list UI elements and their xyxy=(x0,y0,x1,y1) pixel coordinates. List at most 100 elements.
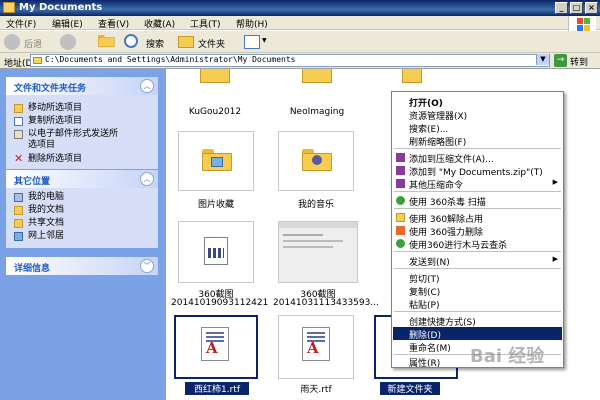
menu-separator xyxy=(394,191,561,192)
forward-button[interactable] xyxy=(60,33,88,51)
menu-360-unlock[interactable]: 使用 360解除占用 xyxy=(393,211,562,225)
menu-label: 使用 360杀毒 扫描 xyxy=(409,198,486,208)
folders-button[interactable]: 文件夹 xyxy=(178,33,234,51)
folder-icon xyxy=(3,2,15,13)
menu-label: 使用360进行木马云查杀 xyxy=(409,241,508,251)
force-delete-icon xyxy=(396,226,405,235)
address-field[interactable]: C:\Documents and Settings\Administrator\… xyxy=(30,54,550,67)
copy-icon xyxy=(14,117,23,126)
menu-other-compress[interactable]: 其他压缩命令 ▶ xyxy=(393,177,562,191)
menu-separator xyxy=(394,268,561,269)
maximize-button[interactable]: □ xyxy=(570,2,583,14)
menu-360-force-delete[interactable]: 使用 360强力删除 xyxy=(393,224,562,238)
expand-chevron-icon[interactable]: ﹀ xyxy=(140,259,154,273)
email-icon xyxy=(14,130,23,139)
search-label: 搜索 xyxy=(146,40,165,50)
address-path: C:\Documents and Settings\Administrator\… xyxy=(45,55,296,64)
menu-favorites[interactable]: 收藏(A) xyxy=(144,17,175,30)
back-arrow-icon xyxy=(4,34,20,50)
task-delete-label: 删除所选项目 xyxy=(28,154,83,164)
thumbnail-frame xyxy=(278,221,358,283)
menu-label: 刷新缩略图(F) xyxy=(409,138,467,148)
address-dropdown-button[interactable]: ▼ xyxy=(536,54,549,65)
menu-create-shortcut[interactable]: 创建快捷方式(S) xyxy=(393,314,562,328)
back-button[interactable]: 后退 xyxy=(4,33,54,51)
windows-logo-icon xyxy=(568,16,596,32)
menu-add-to-archive[interactable]: 添加到压缩文件(A)... xyxy=(393,151,562,165)
unlock-folder-icon xyxy=(396,213,405,222)
watermark: Bai 经验 xyxy=(470,346,545,367)
file-name: 图片收藏 xyxy=(197,200,234,210)
place-label: 我的电脑 xyxy=(28,192,65,202)
go-arrow-icon: → xyxy=(554,54,567,67)
menu-label: 发送到(N) xyxy=(409,258,450,268)
menu-tools[interactable]: 工具(T) xyxy=(190,17,221,30)
file-name: 我的音乐 xyxy=(297,200,334,210)
collapse-chevron-icon[interactable]: ︿ xyxy=(140,79,154,93)
menu-bar: 文件(F) 编辑(E) 查看(V) 收藏(A) 工具(T) 帮助(H) xyxy=(0,16,600,30)
minimize-button[interactable]: _ xyxy=(555,2,568,14)
file-name: 新建文件夹 xyxy=(380,382,440,395)
task-pane: 文件和文件夹任务 ︿ 移动所选项目 复制所选项目 以电子邮件形式发送所 选项目 … xyxy=(0,69,166,400)
collapse-chevron-icon[interactable]: ︿ xyxy=(140,172,154,186)
menu-paste[interactable]: 粘贴(P) xyxy=(393,297,562,311)
menu-refresh-thumbnail[interactable]: 刷新缩略图(F) xyxy=(393,134,562,148)
menu-open[interactable]: 打开(O) xyxy=(393,95,562,109)
address-bar: 地址(D) C:\Documents and Settings\Administ… xyxy=(0,53,600,69)
menu-separator xyxy=(394,208,561,209)
file-name: 雨天.rtf xyxy=(300,385,332,395)
task-email-label-2: 选项目 xyxy=(28,140,56,150)
window-title: My Documents xyxy=(19,2,103,13)
go-label: 转到 xyxy=(570,58,589,68)
details-header[interactable]: 详细信息 ﹀ xyxy=(6,257,158,275)
menu-separator xyxy=(394,148,561,149)
file-name: 西红柿1.rtf xyxy=(185,382,249,395)
menu-explorer[interactable]: 资源管理器(X) xyxy=(393,108,562,122)
image-file-icon xyxy=(204,237,228,265)
winrar-icon xyxy=(396,166,405,175)
search-button[interactable]: 搜索 xyxy=(124,33,174,51)
menu-cut[interactable]: 剪切(T) xyxy=(393,271,562,285)
menu-delete[interactable]: 删除(D) xyxy=(393,327,562,341)
submenu-arrow-icon: ▶ xyxy=(552,255,558,263)
pictures-folder-icon xyxy=(202,149,232,171)
menu-label: 粘贴(P) xyxy=(409,301,440,311)
delete-x-icon: ✕ xyxy=(14,152,24,165)
music-folder-icon xyxy=(302,149,332,171)
menu-label: 其他压缩命令 xyxy=(409,181,464,191)
winrar-icon xyxy=(396,153,405,162)
menu-send-to[interactable]: 发送到(N) ▶ xyxy=(393,254,562,268)
menu-edit[interactable]: 编辑(E) xyxy=(52,17,83,30)
file-tasks-title: 文件和文件夹任务 xyxy=(14,84,87,94)
menu-view[interactable]: 查看(V) xyxy=(98,17,129,30)
folders-icon xyxy=(178,36,194,48)
place-label: 共享文档 xyxy=(28,218,65,228)
other-places-header[interactable]: 其它位置 ︿ xyxy=(6,170,158,188)
views-button[interactable]: ▼ xyxy=(242,33,268,51)
menu-360-scan[interactable]: 使用 360杀毒 扫描 xyxy=(393,194,562,208)
go-button[interactable]: → 转到 xyxy=(554,54,596,68)
menu-file[interactable]: 文件(F) xyxy=(6,17,36,30)
folder-icon xyxy=(302,69,332,83)
menu-360-cloud-scan[interactable]: 使用360进行木马云查杀 xyxy=(393,237,562,251)
submenu-arrow-icon: ▶ xyxy=(552,178,558,186)
menu-help[interactable]: 帮助(H) xyxy=(236,17,268,30)
menu-add-to-named-zip[interactable]: 添加到 "My Documents.zip"(T) xyxy=(393,164,562,178)
file-tasks-header[interactable]: 文件和文件夹任务 ︿ xyxy=(6,77,158,95)
up-folder-icon xyxy=(98,35,115,48)
close-button[interactable]: × xyxy=(585,2,598,14)
context-menu: 打开(O) 资源管理器(X) 搜索(E)... 刷新缩略图(F) 添加到压缩文件… xyxy=(391,91,564,369)
file-name: NeoImaging xyxy=(289,107,345,117)
file-name-line-2: 20141031113433593... xyxy=(273,298,379,308)
up-folder-button[interactable] xyxy=(98,33,116,51)
rtf-document-icon: A xyxy=(201,327,229,361)
toolbar: 后退 搜索 文件夹 ▼ xyxy=(0,31,600,53)
menu-search[interactable]: 搜索(E)... xyxy=(393,121,562,135)
back-label: 后退 xyxy=(24,40,43,50)
documents-folder-icon xyxy=(14,206,23,215)
folder-icon xyxy=(200,69,230,83)
winrar-icon xyxy=(396,179,405,188)
menu-copy[interactable]: 复制(C) xyxy=(393,284,562,298)
folder-icon xyxy=(402,69,422,83)
menu-label: 属性(R) xyxy=(409,359,441,369)
